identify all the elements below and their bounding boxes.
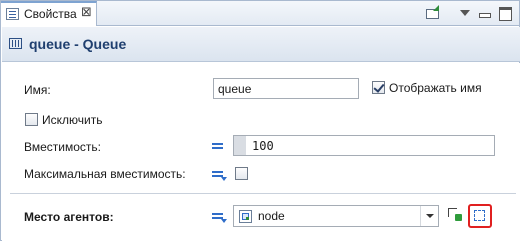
properties-view: Свойства ⊠ queue - Queue Имя: queue Отоб… — [0, 0, 520, 241]
agent-place-select[interactable]: node — [233, 205, 439, 227]
capacity-label: Вместимость: — [24, 140, 101, 154]
name-label: Имя: — [24, 83, 51, 97]
field-gutter — [234, 136, 246, 155]
properties-icon — [6, 8, 19, 20]
properties-panel: Имя: queue Отображать имя Исключить Вмес… — [2, 63, 520, 241]
capacity-value: 100 — [252, 139, 274, 153]
agent-place-label: Место агентов: — [24, 210, 114, 224]
section-divider — [10, 193, 516, 194]
dynamic-value-icon[interactable] — [212, 213, 227, 223]
node-icon — [239, 210, 252, 223]
static-value-icon[interactable] — [212, 143, 224, 151]
show-name-checkbox[interactable] — [372, 81, 385, 94]
view-menu-icon[interactable] — [456, 5, 474, 21]
close-icon[interactable]: ⊠ — [81, 5, 92, 20]
chevron-down-icon[interactable] — [420, 206, 438, 226]
maximize-icon[interactable] — [496, 5, 514, 21]
agent-place-value: node — [258, 209, 285, 223]
pick-from-graph-icon[interactable] — [445, 205, 467, 227]
max-capacity-checkbox[interactable] — [235, 167, 248, 180]
name-field[interactable]: queue — [213, 78, 359, 99]
queue-icon — [9, 38, 22, 49]
tab-label: Свойства — [24, 7, 77, 21]
show-name-label: Отображать имя — [389, 81, 482, 95]
select-area-icon[interactable] — [468, 204, 492, 228]
max-capacity-label: Максимальная вместимость: — [24, 167, 186, 181]
exclude-label: Исключить — [42, 113, 103, 127]
minimize-icon[interactable] — [476, 5, 494, 21]
object-title-bar: queue - Queue — [2, 27, 520, 62]
pin-icon[interactable] — [424, 5, 442, 21]
tab-properties[interactable]: Свойства ⊠ — [1, 1, 97, 26]
exclude-checkbox[interactable] — [25, 113, 38, 126]
view-tab-strip: Свойства ⊠ — [1, 1, 519, 26]
capacity-field[interactable]: 100 — [233, 135, 495, 156]
select-area-frame — [474, 210, 485, 221]
name-value: queue — [218, 82, 252, 96]
page-title: queue - Queue — [29, 36, 127, 52]
dynamic-value-icon[interactable] — [212, 171, 227, 181]
